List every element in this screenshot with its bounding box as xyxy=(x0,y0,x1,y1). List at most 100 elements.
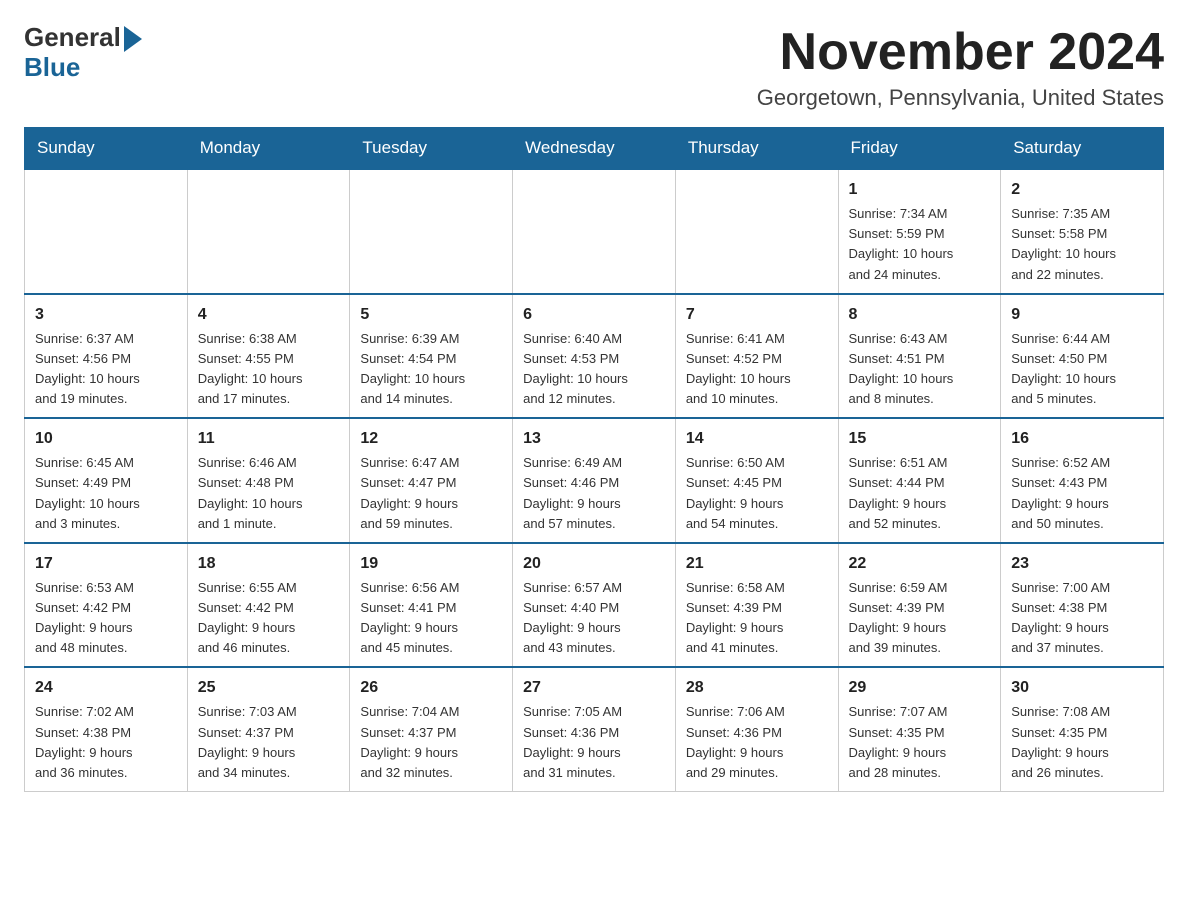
calendar-cell: 10Sunrise: 6:45 AM Sunset: 4:49 PM Dayli… xyxy=(25,418,188,543)
day-number: 30 xyxy=(1011,676,1153,700)
calendar-cell: 1Sunrise: 7:34 AM Sunset: 5:59 PM Daylig… xyxy=(838,169,1001,294)
day-info: Sunrise: 7:04 AM Sunset: 4:37 PM Dayligh… xyxy=(360,702,502,783)
calendar-cell: 29Sunrise: 7:07 AM Sunset: 4:35 PM Dayli… xyxy=(838,667,1001,791)
week-row-3: 10Sunrise: 6:45 AM Sunset: 4:49 PM Dayli… xyxy=(25,418,1164,543)
calendar-cell xyxy=(187,169,350,294)
calendar-cell: 19Sunrise: 6:56 AM Sunset: 4:41 PM Dayli… xyxy=(350,543,513,668)
weekday-header-friday: Friday xyxy=(838,128,1001,170)
calendar-cell: 26Sunrise: 7:04 AM Sunset: 4:37 PM Dayli… xyxy=(350,667,513,791)
calendar-cell: 17Sunrise: 6:53 AM Sunset: 4:42 PM Dayli… xyxy=(25,543,188,668)
day-info: Sunrise: 7:02 AM Sunset: 4:38 PM Dayligh… xyxy=(35,702,177,783)
week-row-5: 24Sunrise: 7:02 AM Sunset: 4:38 PM Dayli… xyxy=(25,667,1164,791)
logo-blue-text: Blue xyxy=(24,52,80,83)
day-number: 20 xyxy=(523,552,665,576)
weekday-header-sunday: Sunday xyxy=(25,128,188,170)
calendar-cell: 14Sunrise: 6:50 AM Sunset: 4:45 PM Dayli… xyxy=(675,418,838,543)
calendar-cell: 4Sunrise: 6:38 AM Sunset: 4:55 PM Daylig… xyxy=(187,294,350,419)
calendar-cell xyxy=(513,169,676,294)
day-number: 16 xyxy=(1011,427,1153,451)
day-info: Sunrise: 7:07 AM Sunset: 4:35 PM Dayligh… xyxy=(849,702,991,783)
day-number: 19 xyxy=(360,552,502,576)
day-number: 18 xyxy=(198,552,340,576)
day-number: 2 xyxy=(1011,178,1153,202)
calendar-cell: 9Sunrise: 6:44 AM Sunset: 4:50 PM Daylig… xyxy=(1001,294,1164,419)
day-info: Sunrise: 6:44 AM Sunset: 4:50 PM Dayligh… xyxy=(1011,329,1153,410)
day-number: 28 xyxy=(686,676,828,700)
calendar-cell: 18Sunrise: 6:55 AM Sunset: 4:42 PM Dayli… xyxy=(187,543,350,668)
calendar-cell: 22Sunrise: 6:59 AM Sunset: 4:39 PM Dayli… xyxy=(838,543,1001,668)
weekday-header-saturday: Saturday xyxy=(1001,128,1164,170)
day-number: 27 xyxy=(523,676,665,700)
day-number: 9 xyxy=(1011,303,1153,327)
calendar-cell: 25Sunrise: 7:03 AM Sunset: 4:37 PM Dayli… xyxy=(187,667,350,791)
day-info: Sunrise: 6:51 AM Sunset: 4:44 PM Dayligh… xyxy=(849,453,991,534)
day-info: Sunrise: 6:49 AM Sunset: 4:46 PM Dayligh… xyxy=(523,453,665,534)
calendar-cell: 30Sunrise: 7:08 AM Sunset: 4:35 PM Dayli… xyxy=(1001,667,1164,791)
calendar-cell: 28Sunrise: 7:06 AM Sunset: 4:36 PM Dayli… xyxy=(675,667,838,791)
day-info: Sunrise: 6:58 AM Sunset: 4:39 PM Dayligh… xyxy=(686,578,828,659)
calendar-cell: 3Sunrise: 6:37 AM Sunset: 4:56 PM Daylig… xyxy=(25,294,188,419)
calendar-cell xyxy=(350,169,513,294)
day-info: Sunrise: 6:39 AM Sunset: 4:54 PM Dayligh… xyxy=(360,329,502,410)
day-number: 12 xyxy=(360,427,502,451)
week-row-2: 3Sunrise: 6:37 AM Sunset: 4:56 PM Daylig… xyxy=(25,294,1164,419)
day-number: 1 xyxy=(849,178,991,202)
calendar-cell: 5Sunrise: 6:39 AM Sunset: 4:54 PM Daylig… xyxy=(350,294,513,419)
day-number: 15 xyxy=(849,427,991,451)
day-number: 13 xyxy=(523,427,665,451)
day-info: Sunrise: 6:45 AM Sunset: 4:49 PM Dayligh… xyxy=(35,453,177,534)
day-number: 23 xyxy=(1011,552,1153,576)
day-info: Sunrise: 7:34 AM Sunset: 5:59 PM Dayligh… xyxy=(849,204,991,285)
day-info: Sunrise: 6:52 AM Sunset: 4:43 PM Dayligh… xyxy=(1011,453,1153,534)
month-title: November 2024 xyxy=(757,24,1164,81)
day-info: Sunrise: 6:47 AM Sunset: 4:47 PM Dayligh… xyxy=(360,453,502,534)
day-info: Sunrise: 6:59 AM Sunset: 4:39 PM Dayligh… xyxy=(849,578,991,659)
calendar-cell: 15Sunrise: 6:51 AM Sunset: 4:44 PM Dayli… xyxy=(838,418,1001,543)
day-info: Sunrise: 7:00 AM Sunset: 4:38 PM Dayligh… xyxy=(1011,578,1153,659)
week-row-4: 17Sunrise: 6:53 AM Sunset: 4:42 PM Dayli… xyxy=(25,543,1164,668)
day-number: 3 xyxy=(35,303,177,327)
calendar-cell: 20Sunrise: 6:57 AM Sunset: 4:40 PM Dayli… xyxy=(513,543,676,668)
day-info: Sunrise: 6:57 AM Sunset: 4:40 PM Dayligh… xyxy=(523,578,665,659)
calendar-cell: 6Sunrise: 6:40 AM Sunset: 4:53 PM Daylig… xyxy=(513,294,676,419)
weekday-header-thursday: Thursday xyxy=(675,128,838,170)
weekday-header-tuesday: Tuesday xyxy=(350,128,513,170)
page-header: General Blue November 2024 Georgetown, P… xyxy=(24,24,1164,111)
logo-triangle-icon xyxy=(124,26,142,52)
day-number: 17 xyxy=(35,552,177,576)
day-info: Sunrise: 6:43 AM Sunset: 4:51 PM Dayligh… xyxy=(849,329,991,410)
day-number: 4 xyxy=(198,303,340,327)
calendar-cell: 27Sunrise: 7:05 AM Sunset: 4:36 PM Dayli… xyxy=(513,667,676,791)
calendar-cell: 21Sunrise: 6:58 AM Sunset: 4:39 PM Dayli… xyxy=(675,543,838,668)
day-number: 26 xyxy=(360,676,502,700)
day-number: 6 xyxy=(523,303,665,327)
calendar-cell: 7Sunrise: 6:41 AM Sunset: 4:52 PM Daylig… xyxy=(675,294,838,419)
day-info: Sunrise: 6:53 AM Sunset: 4:42 PM Dayligh… xyxy=(35,578,177,659)
day-info: Sunrise: 6:55 AM Sunset: 4:42 PM Dayligh… xyxy=(198,578,340,659)
location-title: Georgetown, Pennsylvania, United States xyxy=(757,85,1164,111)
day-number: 8 xyxy=(849,303,991,327)
day-info: Sunrise: 6:50 AM Sunset: 4:45 PM Dayligh… xyxy=(686,453,828,534)
day-number: 11 xyxy=(198,427,340,451)
calendar-table: SundayMondayTuesdayWednesdayThursdayFrid… xyxy=(24,127,1164,792)
calendar-cell: 11Sunrise: 6:46 AM Sunset: 4:48 PM Dayli… xyxy=(187,418,350,543)
day-number: 21 xyxy=(686,552,828,576)
week-row-1: 1Sunrise: 7:34 AM Sunset: 5:59 PM Daylig… xyxy=(25,169,1164,294)
calendar-cell: 13Sunrise: 6:49 AM Sunset: 4:46 PM Dayli… xyxy=(513,418,676,543)
day-number: 29 xyxy=(849,676,991,700)
day-info: Sunrise: 6:38 AM Sunset: 4:55 PM Dayligh… xyxy=(198,329,340,410)
calendar-cell: 12Sunrise: 6:47 AM Sunset: 4:47 PM Dayli… xyxy=(350,418,513,543)
day-info: Sunrise: 6:37 AM Sunset: 4:56 PM Dayligh… xyxy=(35,329,177,410)
calendar-header-row: SundayMondayTuesdayWednesdayThursdayFrid… xyxy=(25,128,1164,170)
weekday-header-wednesday: Wednesday xyxy=(513,128,676,170)
day-number: 10 xyxy=(35,427,177,451)
day-info: Sunrise: 7:08 AM Sunset: 4:35 PM Dayligh… xyxy=(1011,702,1153,783)
logo: General Blue xyxy=(24,24,142,83)
day-info: Sunrise: 7:03 AM Sunset: 4:37 PM Dayligh… xyxy=(198,702,340,783)
weekday-header-monday: Monday xyxy=(187,128,350,170)
day-info: Sunrise: 7:35 AM Sunset: 5:58 PM Dayligh… xyxy=(1011,204,1153,285)
title-section: November 2024 Georgetown, Pennsylvania, … xyxy=(757,24,1164,111)
calendar-cell xyxy=(25,169,188,294)
day-info: Sunrise: 7:05 AM Sunset: 4:36 PM Dayligh… xyxy=(523,702,665,783)
day-number: 24 xyxy=(35,676,177,700)
